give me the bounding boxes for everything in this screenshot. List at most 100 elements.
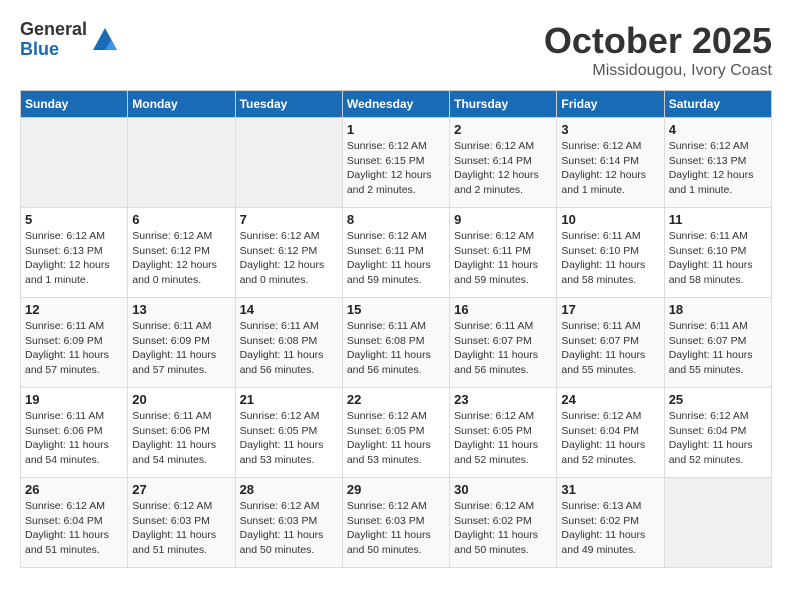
day-info: Sunrise: 6:12 AM Sunset: 6:04 PM Dayligh… <box>25 499 123 558</box>
week-row-5: 26Sunrise: 6:12 AM Sunset: 6:04 PM Dayli… <box>21 478 772 568</box>
calendar-cell: 13Sunrise: 6:11 AM Sunset: 6:09 PM Dayli… <box>128 298 235 388</box>
calendar-cell: 23 Sunrise: 6:12 AM Sunset: 6:05 PM Dayli… <box>450 388 557 478</box>
month-title: October 2025 <box>544 20 772 62</box>
week-row-3: 12 Sunrise: 6:11 AM Sunset: 6:09 PM Dayli… <box>21 298 772 388</box>
logo-general-text: General <box>20 20 87 40</box>
calendar-cell: 3 Sunrise: 6:12 AM Sunset: 6:14 PM Daylig… <box>557 118 664 208</box>
calendar-cell: 9Sunrise: 6:12 AM Sunset: 6:11 PM Daylig… <box>450 208 557 298</box>
day-number: 10 <box>561 212 659 227</box>
day-number: 23 <box>454 392 552 407</box>
day-number: 13 <box>132 302 230 317</box>
weekday-header-friday: Friday <box>557 91 664 118</box>
weekday-header-row: SundayMondayTuesdayWednesdayThursdayFrid… <box>21 91 772 118</box>
day-number: 12 <box>25 302 123 317</box>
day-number: 1 <box>347 122 445 137</box>
day-info: Sunrise: 6:12 AM Sunset: 6:03 PM Dayligh… <box>132 499 230 558</box>
logo: General Blue <box>20 20 119 60</box>
day-number: 8 <box>347 212 445 227</box>
calendar-cell: 25 Sunrise: 6:12 AM Sunset: 6:04 PM Dayli… <box>664 388 771 478</box>
logo-blue-text: Blue <box>20 40 87 60</box>
calendar-cell: 8 Sunrise: 6:12 AM Sunset: 6:11 PM Daylig… <box>342 208 449 298</box>
day-info: Sunrise: 6:11 AM Sunset: 6:09 PM Dayligh… <box>25 319 123 378</box>
calendar-cell: 4Sunrise: 6:12 AM Sunset: 6:13 PM Daylig… <box>664 118 771 208</box>
calendar-cell: 21 Sunrise: 6:12 AM Sunset: 6:05 PM Dayli… <box>235 388 342 478</box>
day-number: 6 <box>132 212 230 227</box>
calendar-cell: 17 Sunrise: 6:11 AM Sunset: 6:07 PM Dayli… <box>557 298 664 388</box>
calendar-cell: 1Sunrise: 6:12 AM Sunset: 6:15 PM Daylig… <box>342 118 449 208</box>
day-number: 20 <box>132 392 230 407</box>
day-number: 2 <box>454 122 552 137</box>
day-number: 22 <box>347 392 445 407</box>
day-info: Sunrise: 6:11 AM Sunset: 6:06 PM Dayligh… <box>25 409 123 468</box>
weekday-header-tuesday: Tuesday <box>235 91 342 118</box>
calendar-cell: 11 Sunrise: 6:11 AM Sunset: 6:10 PM Dayli… <box>664 208 771 298</box>
day-info: Sunrise: 6:11 AM Sunset: 6:07 PM Dayligh… <box>454 319 552 378</box>
day-number: 3 <box>561 122 659 137</box>
logo-icon <box>91 26 119 54</box>
day-info: Sunrise: 6:12 AM Sunset: 6:02 PM Dayligh… <box>454 499 552 558</box>
calendar-cell: 10 Sunrise: 6:11 AM Sunset: 6:10 PM Dayli… <box>557 208 664 298</box>
week-row-2: 5 Sunrise: 6:12 AM Sunset: 6:13 PM Daylig… <box>21 208 772 298</box>
day-info: Sunrise: 6:11 AM Sunset: 6:10 PM Dayligh… <box>669 229 767 288</box>
calendar-cell: 7Sunrise: 6:12 AM Sunset: 6:12 PM Daylig… <box>235 208 342 298</box>
day-number: 15 <box>347 302 445 317</box>
calendar-cell: 18 Sunrise: 6:11 AM Sunset: 6:07 PM Dayli… <box>664 298 771 388</box>
day-number: 5 <box>25 212 123 227</box>
day-number: 30 <box>454 482 552 497</box>
day-info: Sunrise: 6:13 AM Sunset: 6:02 PM Dayligh… <box>561 499 659 558</box>
day-number: 19 <box>25 392 123 407</box>
calendar-cell <box>235 118 342 208</box>
day-info: Sunrise: 6:12 AM Sunset: 6:04 PM Dayligh… <box>561 409 659 468</box>
calendar-cell: 30 Sunrise: 6:12 AM Sunset: 6:02 PM Dayli… <box>450 478 557 568</box>
day-number: 29 <box>347 482 445 497</box>
calendar-cell: 16 Sunrise: 6:11 AM Sunset: 6:07 PM Dayli… <box>450 298 557 388</box>
day-info: Sunrise: 6:12 AM Sunset: 6:04 PM Dayligh… <box>669 409 767 468</box>
day-number: 27 <box>132 482 230 497</box>
day-info: Sunrise: 6:11 AM Sunset: 6:08 PM Dayligh… <box>240 319 338 378</box>
day-number: 25 <box>669 392 767 407</box>
calendar-table: SundayMondayTuesdayWednesdayThursdayFrid… <box>20 90 772 568</box>
day-number: 24 <box>561 392 659 407</box>
week-row-4: 19 Sunrise: 6:11 AM Sunset: 6:06 PM Dayli… <box>21 388 772 478</box>
day-number: 14 <box>240 302 338 317</box>
day-info: Sunrise: 6:12 AM Sunset: 6:11 PM Dayligh… <box>347 229 445 288</box>
calendar-cell: 20 Sunrise: 6:11 AM Sunset: 6:06 PM Dayli… <box>128 388 235 478</box>
page-header: General Blue October 2025 Missidougou, I… <box>20 20 772 80</box>
day-number: 28 <box>240 482 338 497</box>
day-info: Sunrise: 6:12 AM Sunset: 6:14 PM Dayligh… <box>561 139 659 198</box>
calendar-cell: 26Sunrise: 6:12 AM Sunset: 6:04 PM Dayli… <box>21 478 128 568</box>
calendar-cell: 2 Sunrise: 6:12 AM Sunset: 6:14 PM Daylig… <box>450 118 557 208</box>
day-number: 16 <box>454 302 552 317</box>
day-info: Sunrise: 6:11 AM Sunset: 6:10 PM Dayligh… <box>561 229 659 288</box>
day-info: Sunrise: 6:12 AM Sunset: 6:13 PM Dayligh… <box>669 139 767 198</box>
calendar-cell: 12 Sunrise: 6:11 AM Sunset: 6:09 PM Dayli… <box>21 298 128 388</box>
title-block: October 2025 Missidougou, Ivory Coast <box>544 20 772 80</box>
day-info: Sunrise: 6:12 AM Sunset: 6:05 PM Dayligh… <box>347 409 445 468</box>
calendar-cell: 24 Sunrise: 6:12 AM Sunset: 6:04 PM Dayli… <box>557 388 664 478</box>
day-info: Sunrise: 6:12 AM Sunset: 6:05 PM Dayligh… <box>454 409 552 468</box>
calendar-cell: 14 Sunrise: 6:11 AM Sunset: 6:08 PM Dayli… <box>235 298 342 388</box>
day-info: Sunrise: 6:11 AM Sunset: 6:08 PM Dayligh… <box>347 319 445 378</box>
day-info: Sunrise: 6:12 AM Sunset: 6:05 PM Dayligh… <box>240 409 338 468</box>
day-info: Sunrise: 6:11 AM Sunset: 6:07 PM Dayligh… <box>561 319 659 378</box>
calendar-cell <box>21 118 128 208</box>
day-info: Sunrise: 6:12 AM Sunset: 6:03 PM Dayligh… <box>240 499 338 558</box>
day-info: Sunrise: 6:11 AM Sunset: 6:06 PM Dayligh… <box>132 409 230 468</box>
day-number: 18 <box>669 302 767 317</box>
calendar-cell: 27 Sunrise: 6:12 AM Sunset: 6:03 PM Dayli… <box>128 478 235 568</box>
day-info: Sunrise: 6:12 AM Sunset: 6:13 PM Dayligh… <box>25 229 123 288</box>
day-number: 17 <box>561 302 659 317</box>
calendar-cell: 5 Sunrise: 6:12 AM Sunset: 6:13 PM Daylig… <box>21 208 128 298</box>
day-number: 31 <box>561 482 659 497</box>
calendar-cell: 29Sunrise: 6:12 AM Sunset: 6:03 PM Dayli… <box>342 478 449 568</box>
weekday-header-saturday: Saturday <box>664 91 771 118</box>
day-number: 11 <box>669 212 767 227</box>
day-info: Sunrise: 6:11 AM Sunset: 6:07 PM Dayligh… <box>669 319 767 378</box>
day-info: Sunrise: 6:12 AM Sunset: 6:12 PM Dayligh… <box>240 229 338 288</box>
calendar-cell <box>664 478 771 568</box>
week-row-1: 1Sunrise: 6:12 AM Sunset: 6:15 PM Daylig… <box>21 118 772 208</box>
calendar-cell: 31 Sunrise: 6:13 AM Sunset: 6:02 PM Dayli… <box>557 478 664 568</box>
day-info: Sunrise: 6:12 AM Sunset: 6:14 PM Dayligh… <box>454 139 552 198</box>
day-number: 21 <box>240 392 338 407</box>
weekday-header-monday: Monday <box>128 91 235 118</box>
